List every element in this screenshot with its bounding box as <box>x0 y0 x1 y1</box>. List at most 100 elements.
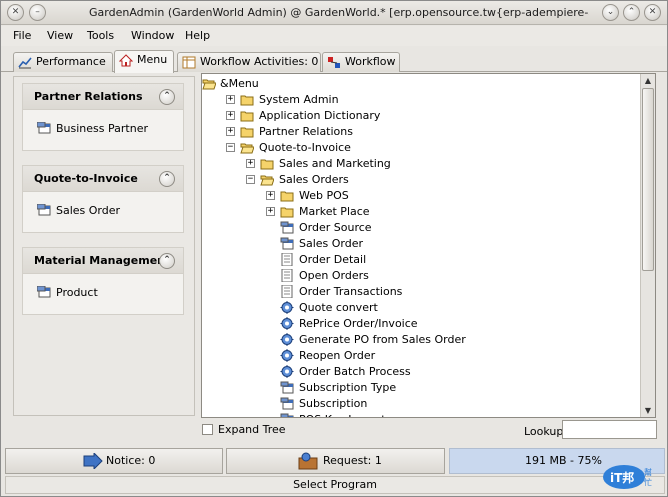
folder-icon <box>260 157 274 170</box>
tree-node-label: Subscription <box>299 397 368 410</box>
tree-node[interactable]: Open Orders <box>202 268 632 284</box>
tree-node[interactable]: Order Source <box>202 220 632 236</box>
request-button[interactable]: Request: 1 <box>226 448 445 474</box>
tree-node[interactable]: + Partner Relations <box>202 124 632 140</box>
window-icon <box>37 204 51 216</box>
notice-button[interactable]: Notice: 0 <box>5 448 223 474</box>
tree-node[interactable]: + Market Place <box>202 204 632 220</box>
tree-node[interactable]: + Application Dictionary <box>202 108 632 124</box>
tree-node[interactable]: Sales Order <box>202 236 632 252</box>
favorite-product[interactable]: Product <box>37 286 98 299</box>
tree-node-label: Sales Order <box>299 237 364 250</box>
svg-text:幫: 幫 <box>644 467 652 477</box>
favorite-business-partner[interactable]: Business Partner <box>37 122 148 135</box>
menu-tools[interactable]: Tools <box>87 29 114 42</box>
tree-node[interactable]: + Sales and Marketing <box>202 156 632 172</box>
window-icon <box>37 286 51 298</box>
tree-node[interactable]: Generate PO from Sales Order <box>202 332 632 348</box>
menu-window[interactable]: Window <box>131 29 174 42</box>
table-icon <box>182 56 196 69</box>
scroll-up-icon[interactable]: ▲ <box>641 74 655 87</box>
collapse-icon[interactable]: ⌃ <box>159 171 175 187</box>
window-icon <box>280 397 294 410</box>
menu-bar: File View Tools Window Help <box>1 26 667 46</box>
menu-view[interactable]: View <box>47 29 73 42</box>
favorite-sales-order[interactable]: Sales Order <box>37 204 120 217</box>
group-title-text: Partner Relations <box>34 90 143 103</box>
tab-workflow-activities[interactable]: Workflow Activities: 0 <box>177 52 321 72</box>
tree-node-label: Application Dictionary <box>259 109 381 122</box>
folder-open-icon <box>260 173 275 186</box>
lookup-input[interactable] <box>562 420 657 439</box>
expand-icon[interactable]: + <box>246 159 255 168</box>
scroll-thumb[interactable] <box>642 88 654 271</box>
checkbox-box[interactable] <box>202 424 213 435</box>
process-icon <box>280 349 294 362</box>
expand-icon[interactable]: + <box>266 191 275 200</box>
request-label: Request: 1 <box>323 454 382 467</box>
favorite-label: Product <box>56 286 98 299</box>
menu-file[interactable]: File <box>13 29 31 42</box>
tree-node[interactable]: POS Key Layout <box>202 412 632 417</box>
tree-node[interactable]: + System Admin <box>202 92 632 108</box>
notice-label: Notice: 0 <box>106 454 156 467</box>
tree-node-label: System Admin <box>259 93 339 106</box>
tree-node[interactable]: Reopen Order <box>202 348 632 364</box>
memory-label: 191 MB - 75% <box>525 454 602 467</box>
collapse-icon[interactable]: ⌃ <box>159 89 175 105</box>
group-title-text: Quote-to-Invoice <box>34 172 138 185</box>
tree-node[interactable]: Order Batch Process <box>202 364 632 380</box>
collapse-icon[interactable]: ⌃ <box>159 253 175 269</box>
process-icon <box>280 301 294 314</box>
expand-icon[interactable]: + <box>266 207 275 216</box>
tree-node[interactable]: RePrice Order/Invoice <box>202 316 632 332</box>
group-body: Business Partner <box>23 110 183 150</box>
workflow-icon <box>328 57 340 68</box>
favorite-label: Sales Order <box>56 204 121 217</box>
status-text: Select Program <box>293 478 377 491</box>
process-icon <box>280 365 294 378</box>
tree-node[interactable]: Subscription Type <box>202 380 632 396</box>
tab-label: Workflow <box>345 55 396 68</box>
tree-node-label: Order Batch Process <box>299 365 411 378</box>
tree-node[interactable]: − Quote-to-Invoice <box>202 140 632 156</box>
group-body: Sales Order <box>23 192 183 232</box>
tree-node-label: Order Source <box>299 221 372 234</box>
close-icon[interactable]: ✕ <box>644 4 661 21</box>
window-menu-icon[interactable]: ✕ <box>7 4 24 21</box>
tree-node-label: Partner Relations <box>259 125 353 138</box>
tree-node[interactable]: Order Detail <box>202 252 632 268</box>
tree-node-label: Sales and Marketing <box>279 157 391 170</box>
app-window: ✕ – GardenAdmin (GardenWorld Admin) @ Ga… <box>0 0 668 497</box>
tab-workflow[interactable]: Workflow <box>322 52 400 72</box>
ithome-logo: iT邦 幫 忙 <box>602 461 662 491</box>
folder-open-icon <box>240 141 255 154</box>
tree-node-label: Open Orders <box>299 269 369 282</box>
tab-menu[interactable]: Menu <box>114 50 174 73</box>
tree-node[interactable]: − Sales Orders <box>202 172 632 188</box>
expand-icon[interactable]: + <box>226 95 235 104</box>
tree-node[interactable]: Order Transactions <box>202 284 632 300</box>
expand-icon[interactable]: + <box>226 111 235 120</box>
group-title: Partner Relations ⌃ <box>23 84 183 110</box>
window-icon <box>280 221 294 234</box>
scroll-down-icon[interactable]: ▼ <box>641 404 655 417</box>
minimize-icon[interactable]: ⌄ <box>602 4 619 21</box>
expand-icon[interactable]: + <box>226 127 235 136</box>
tree-node-label: Web POS <box>299 189 349 202</box>
window-icon <box>280 381 294 394</box>
tree-scrollbar[interactable]: ▲ ▼ <box>640 74 655 417</box>
tree-node-label: Market Place <box>299 205 370 218</box>
tree-node[interactable]: Quote convert <box>202 300 632 316</box>
tab-performance[interactable]: Performance <box>13 52 113 72</box>
collapse-node-icon[interactable]: − <box>246 175 255 184</box>
group-body: Product <box>23 274 183 314</box>
window-shade-icon[interactable]: – <box>29 4 46 21</box>
menu-help[interactable]: Help <box>185 29 210 42</box>
title-bar: ✕ – GardenAdmin (GardenWorld Admin) @ Ga… <box>1 1 667 25</box>
maximize-icon[interactable]: ⌃ <box>623 4 640 21</box>
tree-node[interactable]: + Web POS <box>202 188 632 204</box>
collapse-node-icon[interactable]: − <box>226 143 235 152</box>
tree-node[interactable]: Subscription <box>202 396 632 412</box>
tree-node[interactable]: &Menu <box>202 76 632 92</box>
